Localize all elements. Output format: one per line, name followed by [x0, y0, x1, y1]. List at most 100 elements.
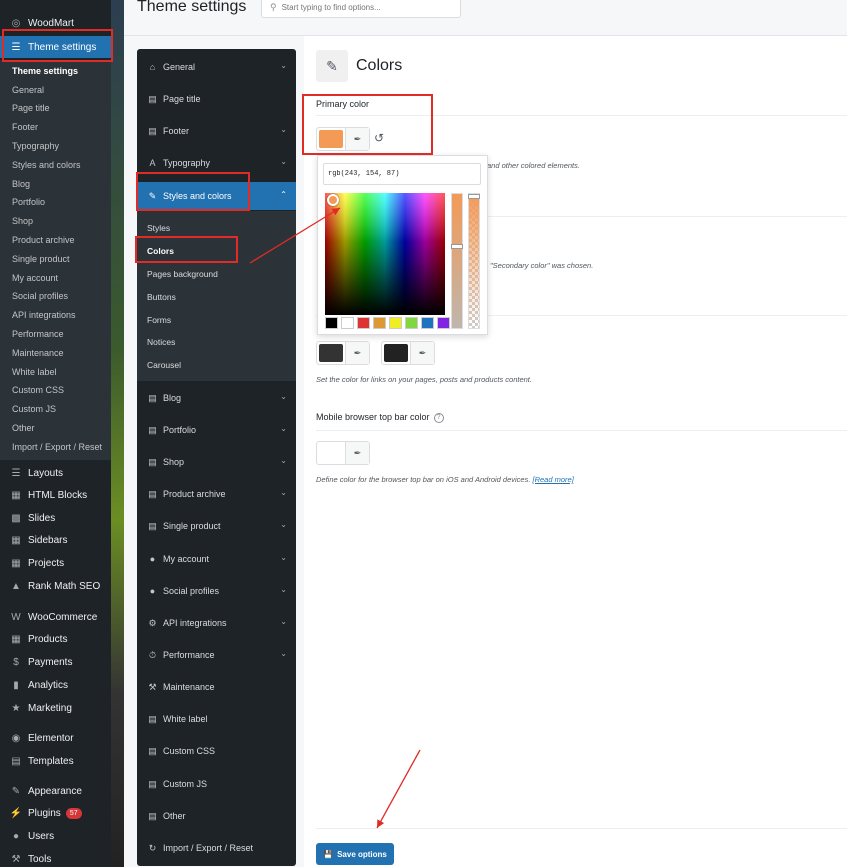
palette-swatch[interactable] [325, 317, 338, 329]
wp-submenu-item[interactable]: Blog [12, 179, 30, 189]
wp-menu-html-blocks[interactable]: ▦ HTML Blocks [0, 484, 111, 506]
options-nav-typography[interactable]: A Typography ⌄ [137, 149, 296, 177]
eyedropper-icon[interactable]: ✒ [410, 342, 434, 364]
mobile-bar-color-swatch[interactable] [319, 444, 343, 462]
wp-menu-plugins[interactable]: ⚡ Plugins 57 [0, 802, 111, 824]
wp-submenu-item[interactable]: My account [12, 273, 58, 283]
options-nav-shop[interactable]: ▤ Shop ⌄ [137, 448, 296, 476]
mobile-bar-color-control[interactable]: ✒ [316, 441, 370, 465]
eyedropper-icon[interactable]: ✒ [345, 442, 369, 464]
options-nav-product-archive[interactable]: ▤ Product archive ⌄ [137, 480, 296, 508]
options-nav-import-export-reset[interactable]: ↻ Import / Export / Reset [137, 834, 296, 862]
options-nav-api-integrations[interactable]: ⚙ API integrations ⌄ [137, 609, 296, 637]
wp-submenu-item[interactable]: Footer [12, 122, 38, 132]
palette-swatch[interactable] [389, 317, 402, 329]
link-hover-color-control[interactable]: ✒ [381, 341, 435, 365]
options-subnav-buttons[interactable]: Buttons [147, 292, 176, 302]
options-nav-general[interactable]: ⌂ General ⌄ [137, 53, 296, 81]
wp-menu-projects[interactable]: ▦ Projects [0, 552, 111, 574]
options-nav-social-profiles[interactable]: ● Social profiles ⌄ [137, 577, 296, 605]
wp-menu-elementor[interactable]: ◉ Elementor [0, 727, 111, 749]
palette-swatch[interactable] [405, 317, 418, 329]
wp-submenu-item[interactable]: Product archive [12, 235, 75, 245]
wp-menu-analytics[interactable]: ▮ Analytics [0, 674, 111, 696]
palette-swatch[interactable] [437, 317, 450, 329]
info-icon[interactable]: ? [433, 412, 444, 423]
reset-icon[interactable]: ↺ [374, 131, 384, 145]
alpha-handle[interactable] [468, 194, 480, 199]
options-subnav-carousel[interactable]: Carousel [147, 360, 181, 370]
wp-submenu-item[interactable]: Custom JS [12, 404, 56, 414]
options-subnav-colors[interactable]: Colors [147, 246, 174, 256]
options-nav-maintenance[interactable]: ⚒ Maintenance [137, 673, 296, 701]
palette-swatch[interactable] [421, 317, 434, 329]
wp-submenu-item[interactable]: Page title [12, 103, 50, 113]
eyedropper-icon[interactable]: ✒ [345, 342, 369, 364]
options-nav-custom-css[interactable]: ▤ Custom CSS [137, 737, 296, 765]
palette-swatch[interactable] [373, 317, 386, 329]
options-nav-white-label[interactable]: ▤ White label [137, 705, 296, 733]
options-nav-page-title[interactable]: ▤ Page title [137, 85, 296, 113]
alpha-slider[interactable] [468, 193, 480, 329]
options-subnav-forms[interactable]: Forms [147, 315, 171, 325]
wp-submenu-item[interactable]: API integrations [12, 310, 76, 320]
wp-submenu-item[interactable]: Shop [12, 216, 33, 226]
link-hover-color-swatch[interactable] [384, 344, 408, 362]
options-subnav-notices[interactable]: Notices [147, 337, 175, 347]
options-nav-styles-and-colors[interactable]: ✎ Styles and colors ⌃ [137, 182, 296, 210]
wp-menu-payments[interactable]: $ Payments [0, 651, 111, 673]
palette-swatch[interactable] [357, 317, 370, 329]
wp-submenu-item[interactable]: Maintenance [12, 348, 64, 358]
search-input[interactable] [281, 2, 452, 12]
options-nav-my-account[interactable]: ● My account ⌄ [137, 545, 296, 573]
primary-color-control[interactable]: ✒ [316, 127, 370, 151]
wp-menu-tools[interactable]: ⚒ Tools [0, 848, 111, 867]
options-subnav-styles[interactable]: Styles [147, 223, 170, 233]
wp-menu-appearance[interactable]: ✎ Appearance [0, 780, 111, 802]
wp-submenu-item[interactable]: White label [12, 367, 57, 377]
options-nav-portfolio[interactable]: ▤ Portfolio ⌄ [137, 416, 296, 444]
eyedropper-icon[interactable]: ✒ [345, 128, 369, 150]
save-options-button[interactable]: 💾 Save options [316, 843, 394, 865]
wp-submenu-item[interactable]: Theme settings [12, 66, 78, 76]
options-subnav-pages-background[interactable]: Pages background [147, 269, 218, 279]
hue-slider[interactable] [451, 193, 463, 329]
wp-menu-slides[interactable]: ▩ Slides [0, 507, 111, 529]
wp-submenu-item[interactable]: Single product [12, 254, 70, 264]
saturation-handle[interactable] [327, 194, 339, 206]
wp-menu-rank-math-seo[interactable]: ▲ Rank Math SEO [0, 575, 111, 597]
options-nav-footer[interactable]: ▤ Footer ⌄ [137, 117, 296, 145]
wp-menu-sidebars[interactable]: ▦ Sidebars [0, 529, 111, 551]
wp-menu-theme-settings[interactable]: ☰ Theme settings [0, 36, 111, 58]
hue-handle[interactable] [451, 244, 463, 249]
primary-color-swatch[interactable] [319, 130, 343, 148]
wp-submenu-item[interactable]: Performance [12, 329, 64, 339]
options-nav-custom-js[interactable]: ▤ Custom JS [137, 770, 296, 798]
wp-menu-templates[interactable]: ▤ Templates [0, 750, 111, 772]
wp-menu-users[interactable]: ● Users [0, 825, 111, 847]
options-nav-other[interactable]: ▤ Other [137, 802, 296, 830]
wp-submenu-item[interactable]: Styles and colors [12, 160, 81, 170]
wp-submenu-item[interactable]: Import / Export / Reset [12, 442, 102, 452]
options-nav-performance[interactable]: ⏱ Performance ⌄ [137, 641, 296, 669]
wp-submenu-item[interactable]: General [12, 85, 44, 95]
saturation-area[interactable] [325, 193, 445, 315]
palette-swatch[interactable] [341, 317, 354, 329]
color-value-input[interactable] [323, 163, 481, 185]
wp-menu-woocommerce[interactable]: W WooCommerce [0, 606, 111, 628]
wp-submenu-item[interactable]: Custom CSS [12, 385, 64, 395]
wp-submenu-item[interactable]: Typography [12, 141, 59, 151]
search-box[interactable]: ⚲ [261, 0, 461, 18]
wp-submenu-item[interactable]: Social profiles [12, 291, 68, 301]
wp-menu-layouts[interactable]: ☰ Layouts [0, 462, 111, 484]
options-nav-single-product[interactable]: ▤ Single product ⌄ [137, 512, 296, 540]
link-color-swatch[interactable] [319, 344, 343, 362]
link-color-control[interactable]: ✒ [316, 341, 370, 365]
options-nav-blog[interactable]: ▤ Blog ⌄ [137, 384, 296, 412]
wp-menu-products[interactable]: ▦ Products [0, 628, 111, 650]
wp-menu-woodmart[interactable]: ◎ WoodMart [0, 12, 111, 34]
wp-menu-marketing[interactable]: ★ Marketing [0, 697, 111, 719]
read-more-link[interactable]: [Read more] [533, 475, 574, 484]
wp-submenu-item[interactable]: Other [12, 423, 35, 433]
wp-submenu-item[interactable]: Portfolio [12, 197, 45, 207]
